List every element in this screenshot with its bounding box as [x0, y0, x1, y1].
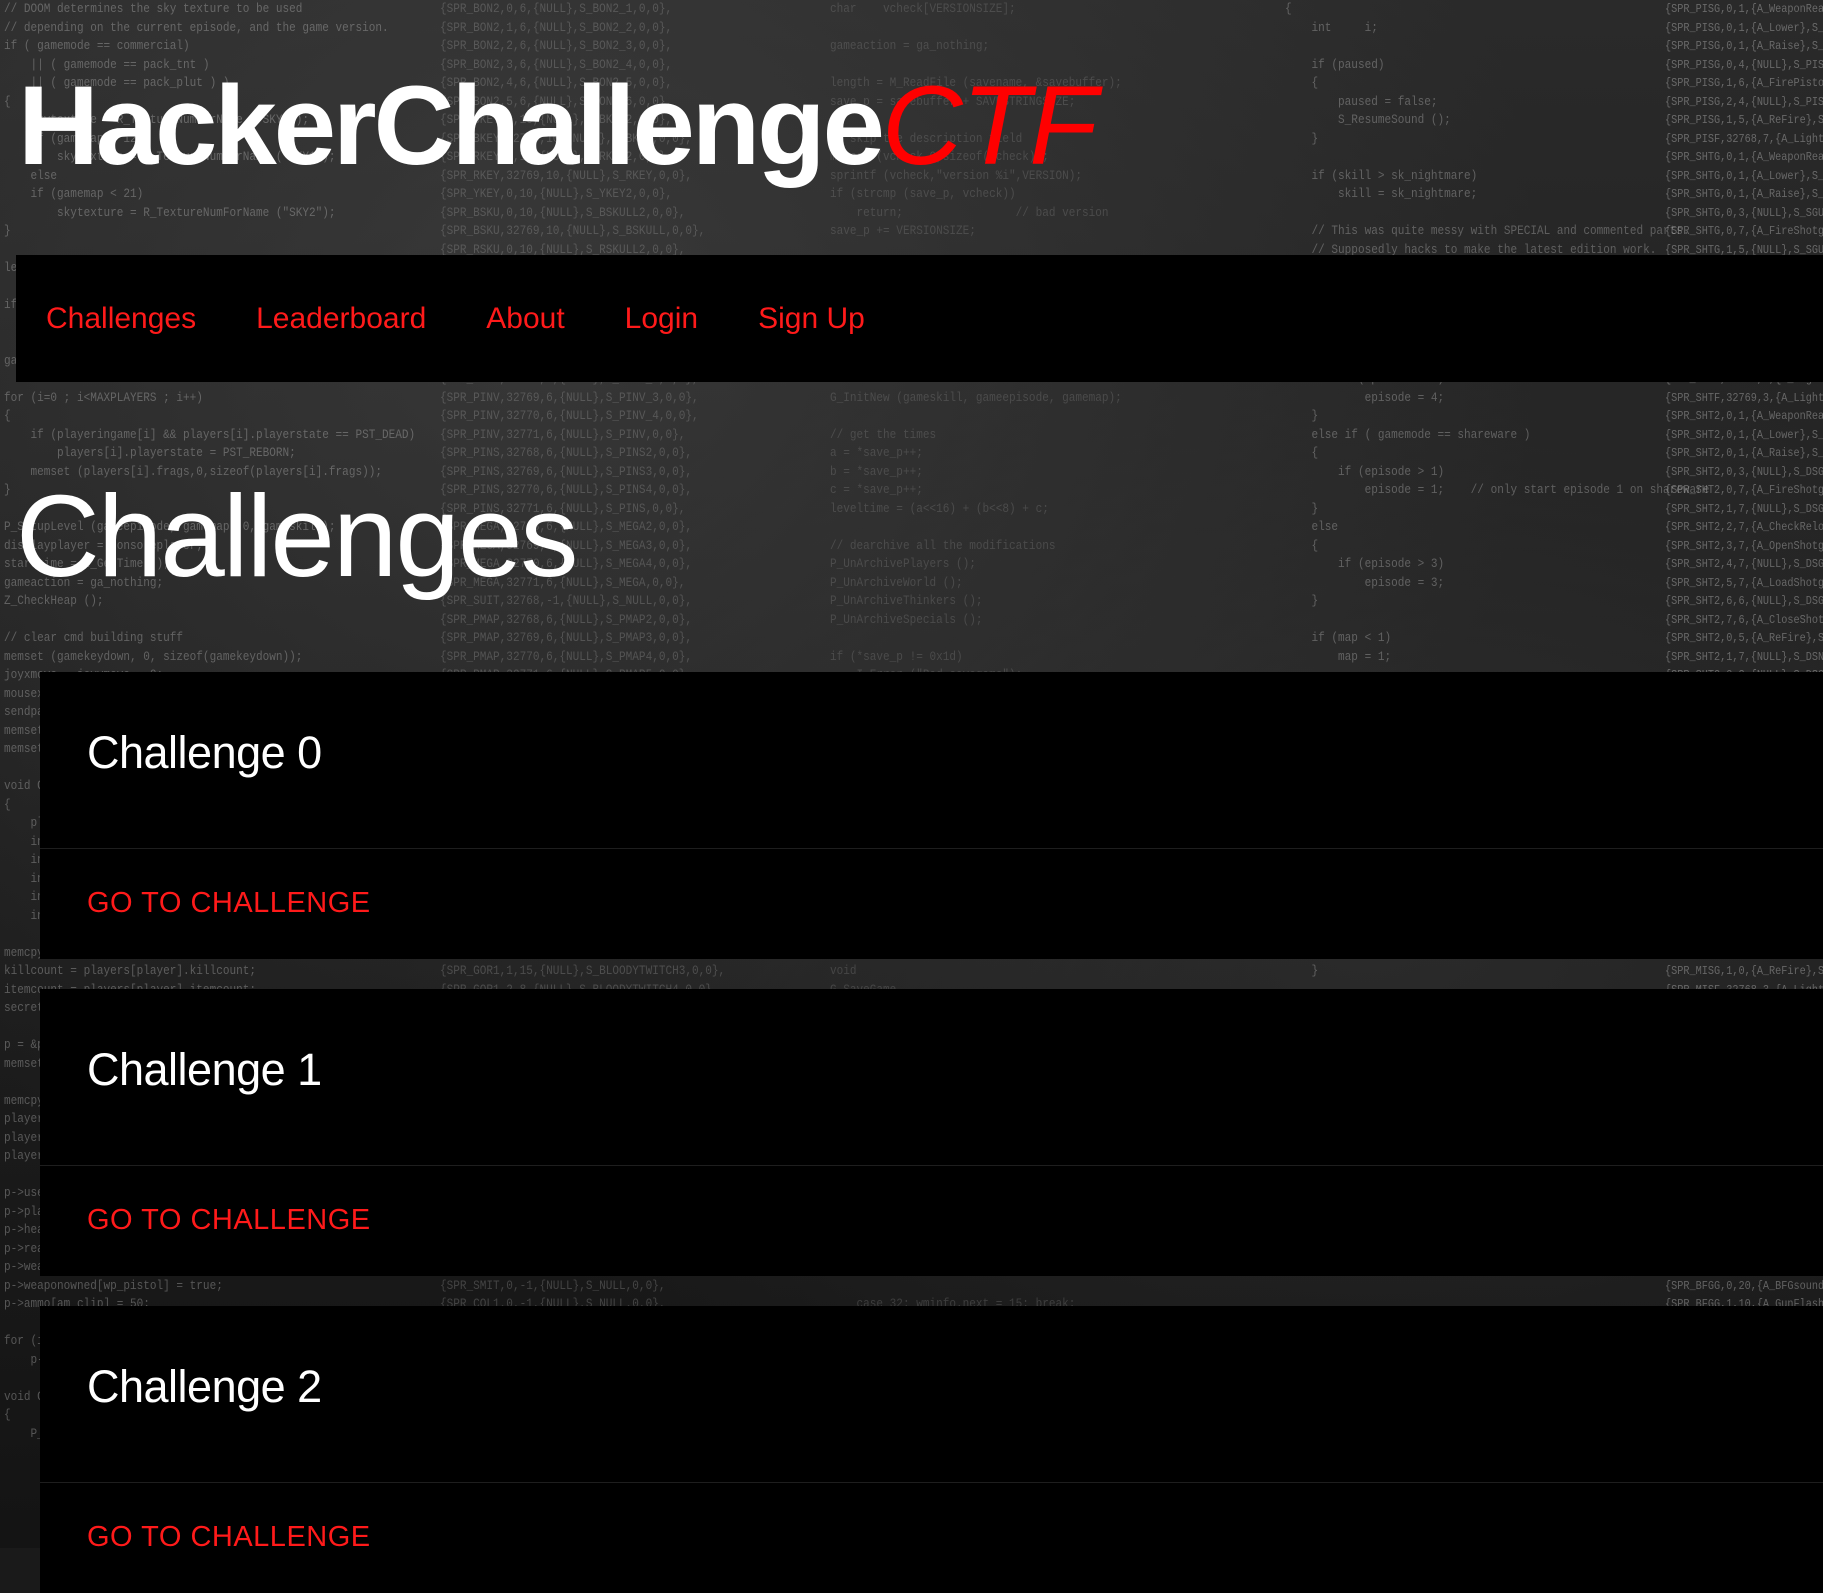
challenge-title: Challenge 0 — [87, 727, 322, 778]
challenge-card-footer: GO TO CHALLENGE — [40, 1483, 1823, 1593]
challenge-card-body: Challenge 2 — [40, 1306, 1823, 1483]
nav-link-leaderboard[interactable]: Leaderboard — [256, 302, 426, 336]
go-to-challenge-link[interactable]: GO TO CHALLENGE — [87, 1521, 371, 1554]
challenge-card: Challenge 0 GO TO CHALLENGE — [40, 672, 1823, 959]
go-to-challenge-link[interactable]: GO TO CHALLENGE — [87, 1204, 371, 1237]
challenge-card-body: Challenge 1 — [40, 989, 1823, 1166]
challenge-title: Challenge 1 — [87, 1044, 322, 1095]
page-title: Challenges — [16, 471, 578, 601]
go-to-challenge-link[interactable]: GO TO CHALLENGE — [87, 887, 371, 920]
site-title-main: HackerChallenge — [18, 63, 885, 188]
challenge-card: Challenge 1 GO TO CHALLENGE — [40, 989, 1823, 1276]
challenge-card-body: Challenge 0 — [40, 672, 1823, 849]
nav-link-sign-up[interactable]: Sign Up — [758, 302, 865, 336]
site-title-accent: CTF — [881, 63, 1098, 188]
challenge-card-footer: GO TO CHALLENGE — [40, 1166, 1823, 1276]
main-navbar: Challenges Leaderboard About Login Sign … — [16, 255, 1823, 382]
nav-link-login[interactable]: Login — [625, 302, 698, 336]
nav-link-about[interactable]: About — [486, 302, 564, 336]
challenge-card-footer: GO TO CHALLENGE — [40, 849, 1823, 959]
challenge-card: Challenge 2 GO TO CHALLENGE — [40, 1306, 1823, 1593]
site-title[interactable]: HackerChallengeCTF — [18, 70, 1098, 182]
nav-link-challenges[interactable]: Challenges — [46, 302, 196, 336]
challenge-title: Challenge 2 — [87, 1361, 322, 1412]
